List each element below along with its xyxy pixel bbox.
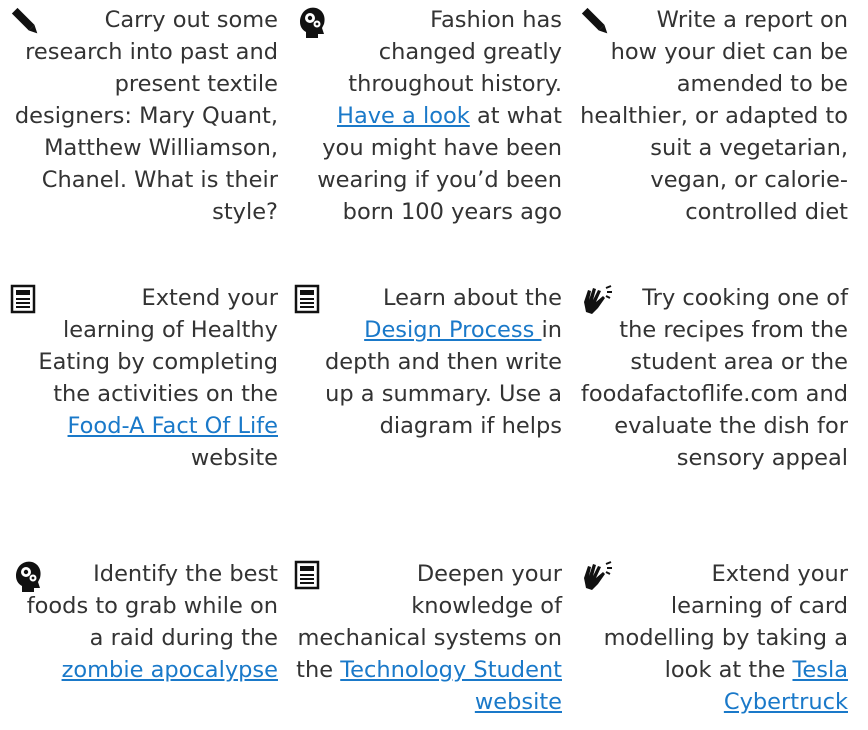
activity-tile-8: Deepen your knowledge of mechanical syst… — [292, 558, 562, 718]
head-gears-icon — [8, 558, 44, 594]
activity-text: Deepen your knowledge of mechanical syst… — [292, 558, 562, 718]
activity-text: Carry out some research into past and pr… — [8, 4, 278, 228]
newspaper-icon — [292, 282, 328, 318]
activity-text: Extend your learning of card modelling b… — [578, 558, 848, 718]
activity-tile-7: Identify the best foods to grab while on… — [8, 558, 278, 686]
activity-tile-2: Fashion has changed greatly throughout h… — [292, 4, 562, 228]
activity-text-segment: Write a report on how your diet can be a… — [580, 7, 848, 225]
pencil-icon — [8, 4, 44, 40]
activity-text: Try cooking one of the recipes from the … — [578, 282, 848, 474]
activity-text: Identify the best foods to grab while on… — [8, 558, 278, 686]
activity-text-segment: Try cooking one of the recipes from the … — [580, 285, 848, 471]
activity-text: Write a report on how your diet can be a… — [578, 4, 848, 228]
head-gears-icon — [292, 4, 328, 40]
sign-language-hand-icon — [578, 558, 614, 594]
have-a-look-link[interactable]: Have a look — [337, 103, 470, 129]
zombie-apocalypse-link[interactable]: zombie apocalypse — [62, 657, 278, 683]
technology-student-link[interactable]: Technology Student website — [340, 657, 562, 715]
activity-text-segment: Learn about the — [382, 285, 562, 311]
newspaper-icon — [292, 558, 328, 594]
newspaper-icon — [8, 282, 44, 318]
activity-text-segment: website — [190, 445, 278, 471]
design-process-link[interactable]: Design Process — [364, 317, 541, 343]
activity-text: Learn about the Design Process in depth … — [292, 282, 562, 442]
activity-grid: Carry out some research into past and pr… — [0, 0, 868, 730]
activity-tile-5: Learn about the Design Process in depth … — [292, 282, 562, 442]
sign-language-hand-icon — [578, 282, 614, 318]
activity-tile-1: Carry out some research into past and pr… — [8, 4, 278, 228]
activity-tile-4: Extend your learning of Healthy Eating b… — [8, 282, 278, 474]
activity-text-segment: Fashion has changed greatly throughout h… — [348, 7, 562, 97]
activity-text-segment: Carry out some research into past and pr… — [14, 7, 278, 225]
pencil-icon — [578, 4, 614, 40]
food-a-fact-of-life-link[interactable]: Food-A Fact Of Life — [68, 413, 278, 439]
activity-text: Extend your learning of Healthy Eating b… — [8, 282, 278, 474]
activity-tile-6: Try cooking one of the recipes from the … — [578, 282, 848, 474]
activity-text-segment: Extend your learning of Healthy Eating b… — [38, 285, 278, 407]
activity-text-segment: Identify the best foods to grab while on… — [26, 561, 278, 651]
activity-text: Fashion has changed greatly throughout h… — [292, 4, 562, 228]
activity-tile-9: Extend your learning of card modelling b… — [578, 558, 848, 718]
activity-tile-3: Write a report on how your diet can be a… — [578, 4, 848, 228]
